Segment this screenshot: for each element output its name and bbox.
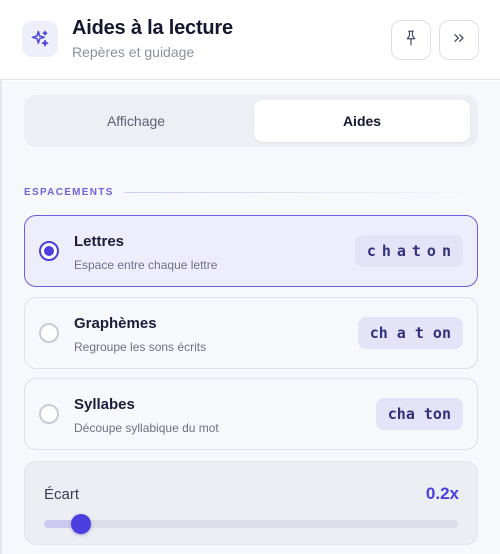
radio-button[interactable]	[39, 323, 59, 343]
tab-affichage[interactable]: Affichage	[28, 100, 244, 142]
spacing-slider-card: Écart 0.2x	[24, 461, 478, 545]
panel-header: Aides à la lecture Repères et guidage	[0, 0, 500, 80]
option-sample: ch a t on	[357, 317, 463, 349]
option-label: Syllabes	[74, 396, 135, 413]
sparkles-icon	[22, 21, 58, 57]
collapse-button[interactable]	[439, 20, 479, 60]
radio-dot	[44, 246, 54, 256]
option-sample: cha ton	[375, 398, 463, 430]
slider-value: 0.2x	[425, 484, 459, 503]
double-chevron-right-icon	[451, 30, 467, 51]
option-sample: chaton	[354, 235, 463, 267]
radio-button[interactable]	[39, 241, 59, 261]
pin-icon	[402, 29, 420, 52]
radio-button[interactable]	[39, 404, 59, 424]
option-syllabes[interactable]: Syllabes Découpe syllabique du mot cha t…	[24, 378, 478, 450]
option-description: Découpe syllabique du mot	[74, 421, 219, 435]
section-title: ESPACEMENTS	[24, 186, 114, 198]
tab-aides[interactable]: Aides	[254, 100, 470, 142]
panel-body: Affichage Aides ESPACEMENTS Lettres Espa…	[2, 81, 500, 554]
slider-track[interactable]	[44, 514, 458, 534]
pin-button[interactable]	[391, 20, 431, 60]
option-lettres[interactable]: Lettres Espace entre chaque lettre chato…	[24, 215, 478, 287]
slider-label: Écart	[44, 486, 80, 503]
option-label: Graphèmes	[74, 315, 157, 332]
option-description: Espace entre chaque lettre	[74, 258, 218, 272]
option-label: Lettres	[74, 233, 125, 250]
page-title: Aides à la lecture	[72, 17, 233, 39]
option-description: Regroupe les sons écrits	[74, 340, 207, 354]
slider-thumb[interactable]	[71, 514, 92, 534]
section-header: ESPACEMENTS	[24, 185, 478, 199]
section-divider	[123, 191, 478, 193]
option-graphemes[interactable]: Graphèmes Regroupe les sons écrits ch a …	[24, 297, 478, 369]
page-subtitle: Repères et guidage	[72, 44, 195, 60]
tab-bar: Affichage Aides	[24, 95, 478, 147]
